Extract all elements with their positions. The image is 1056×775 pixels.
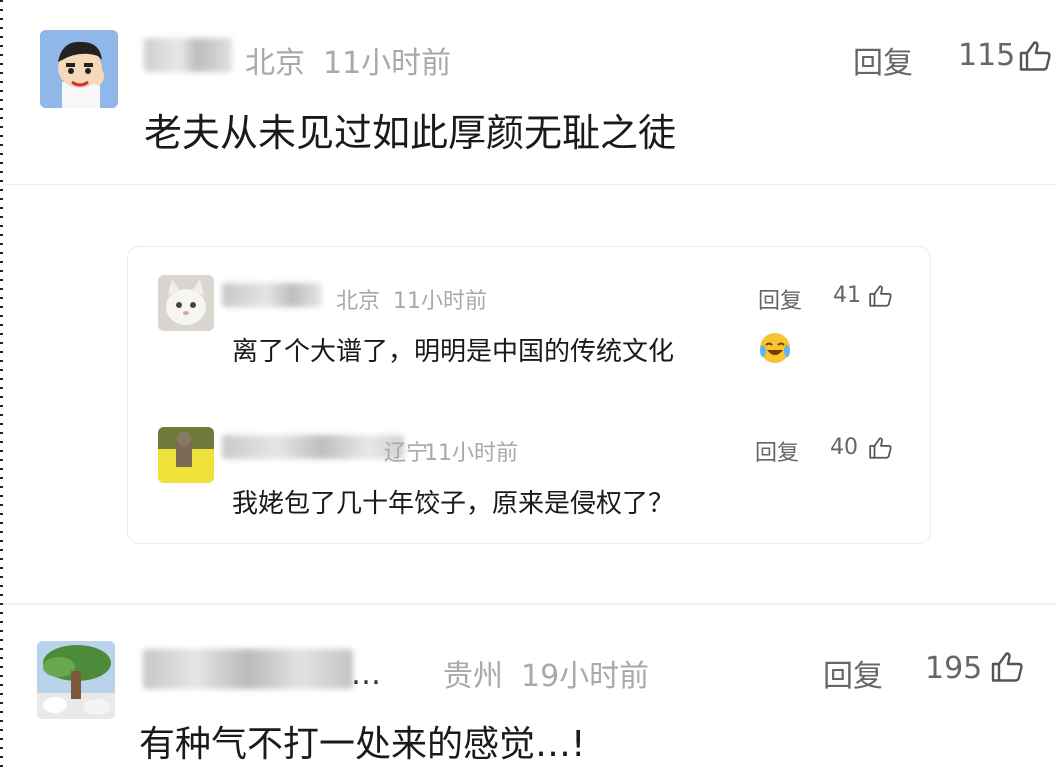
comment-text: 老夫从未见过如此厚颜无耻之徒 — [144, 111, 677, 155]
avatar[interactable] — [158, 427, 214, 483]
reply-time: 11小时前 — [393, 289, 487, 314]
like-count: 41 — [833, 283, 861, 308]
laughing-crying-emoji-icon — [760, 333, 790, 363]
like-count: 195 — [925, 651, 983, 686]
avatar[interactable] — [158, 275, 214, 331]
avatar[interactable] — [40, 30, 118, 108]
username-blurred — [143, 649, 353, 689]
thumbs-up-icon[interactable] — [867, 283, 895, 309]
comment-location: 北京 — [245, 46, 305, 81]
username-blurred — [144, 38, 232, 72]
reply-location: 北京 — [336, 289, 381, 314]
reply-button[interactable]: 回复 — [853, 38, 913, 82]
thumbs-up-icon[interactable] — [1017, 38, 1055, 74]
reply-text: 我姥包了几十年饺子，原来是侵权了？ — [232, 489, 675, 519]
comment-time: 11小时前 — [323, 46, 452, 81]
username-blurred — [222, 435, 404, 459]
thumbs-up-icon[interactable] — [867, 435, 895, 461]
comment-location: 贵州 — [443, 659, 503, 694]
username-ellipsis: … — [351, 657, 381, 692]
comment-text: 有种气不打一处来的感觉…! — [139, 724, 586, 765]
reply-button[interactable]: 回复 — [755, 435, 799, 467]
reply-text: 离了个大谱了，明明是中国的传统文化 — [232, 337, 675, 367]
comment-time: 19小时前 — [521, 659, 650, 694]
comment-card: 北京 11小时前 回复 115 老夫从未见过如此厚颜无耻之徒 — [3, 0, 1056, 185]
reply-button[interactable]: 回复 — [823, 651, 883, 695]
comment-card: … 贵州 19小时前 回复 195 有种气不打一处来的感觉…! — [3, 604, 1056, 775]
tree-landscape-avatar-icon — [37, 641, 115, 719]
reply-thread: 北京 11小时前 回复 41 离了个大谱了，明明是中国的传统文化 辽宁 11小时… — [127, 246, 931, 544]
reply-time: 11小时前 — [424, 441, 518, 466]
white-cat-avatar-icon — [158, 275, 214, 331]
reply-location: 辽宁 — [384, 441, 429, 466]
username-blurred — [222, 283, 322, 307]
like-count: 40 — [830, 435, 858, 460]
reply-button[interactable]: 回复 — [758, 283, 802, 315]
like-count: 115 — [958, 38, 1016, 73]
thumbs-up-icon[interactable] — [989, 649, 1027, 685]
avatar[interactable] — [37, 641, 115, 719]
cartoon-boy-avatar-icon — [40, 30, 118, 108]
yellow-photo-avatar-icon — [158, 427, 214, 483]
